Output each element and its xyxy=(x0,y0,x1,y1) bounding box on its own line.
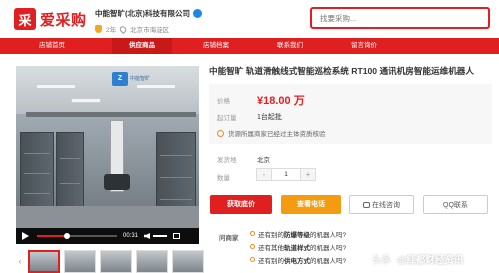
video-watermark-text: 中能智旷 xyxy=(130,76,151,82)
robot-camera-head xyxy=(104,174,130,190)
company-name-link[interactable]: 中能智旷(北京)科技有限公司 xyxy=(95,8,202,19)
moq-label: 起订量 xyxy=(217,115,237,122)
ask-seller-list: 还有别的 防爆等级 的机器人吗? 还有其他 轨道样式 的机器人吗? 还有别的 供电方式 的机… xyxy=(250,227,346,266)
ceiling-light xyxy=(136,84,176,89)
volume-slider[interactable] xyxy=(153,235,168,237)
track-rail xyxy=(26,112,196,117)
shop-nav: 店铺首页 供应商品 店铺档案 联系我们 留言询价 xyxy=(0,38,499,54)
video-watermark-logo: Z xyxy=(112,72,128,86)
thumbnail[interactable] xyxy=(172,250,204,273)
thumbnail[interactable] xyxy=(100,250,132,273)
watermark-account: @红都财经资讯 xyxy=(397,255,464,266)
floor xyxy=(16,206,199,228)
ceiling-light xyxy=(36,84,76,89)
search-input[interactable] xyxy=(312,9,488,27)
question-suffix: 的机器人吗? xyxy=(310,231,347,239)
verified-icon xyxy=(193,9,202,18)
quantity-stepper: - 1 + xyxy=(256,168,316,181)
toutiao-watermark: 头条 @红都财经资讯 xyxy=(372,252,463,266)
question-item[interactable]: 还有别的 供电方式 的机器人吗? xyxy=(250,253,346,266)
nav-shop-profile[interactable]: 店铺档案 xyxy=(186,38,246,54)
location-pin-icon xyxy=(118,24,128,34)
video-controls: 00:31 xyxy=(16,228,199,244)
progress-fill xyxy=(37,235,68,237)
ceiling xyxy=(16,66,199,114)
price-label: 价格 xyxy=(217,98,230,105)
question-prefix: 还有别的 xyxy=(258,231,284,239)
question-highlight: 供电方式 xyxy=(284,257,310,265)
online-chat-button[interactable]: 在线咨询 xyxy=(349,195,414,214)
price-value: ¥18.00 万 xyxy=(257,95,305,107)
notice-text: 货源所属商家已经过主体资质核验 xyxy=(228,131,326,138)
play-icon[interactable] xyxy=(22,232,29,240)
decrease-button[interactable]: - xyxy=(257,169,271,180)
site-logo[interactable]: 采 爱采购 xyxy=(14,8,87,30)
thumbnail[interactable] xyxy=(136,250,168,273)
question-icon xyxy=(250,257,255,262)
origin-value: 北京 xyxy=(257,157,270,164)
fullscreen-icon[interactable] xyxy=(173,233,181,239)
increase-button[interactable]: + xyxy=(301,169,315,180)
volume-icon[interactable] xyxy=(144,233,151,239)
progress-knob[interactable] xyxy=(64,233,71,239)
info-icon xyxy=(217,129,224,137)
nav-products[interactable]: 供应商品 xyxy=(112,38,172,54)
years-badge: 2年 xyxy=(106,27,117,34)
qq-contact-button[interactable]: QQ联系 xyxy=(423,195,488,214)
search-box xyxy=(310,7,490,29)
price-panel: 价格 ¥18.00 万 起订量 1台起批 货源所属商家已经过主体资质核验 xyxy=(209,84,492,144)
chat-icon xyxy=(363,202,370,208)
question-prefix: 还有别的 xyxy=(258,257,284,265)
company-name[interactable]: 中能智旷(北京)科技有限公司 xyxy=(95,8,190,19)
nav-shop-home[interactable]: 店铺首页 xyxy=(22,38,82,54)
company-meta: 2年 北京市海淀区 xyxy=(95,24,202,34)
question-prefix: 还有其他 xyxy=(258,244,284,252)
company-location: 北京市海淀区 xyxy=(130,27,170,34)
question-highlight: 轨道样式 xyxy=(284,244,310,252)
question-item[interactable]: 还有其他 轨道样式 的机器人吗? xyxy=(250,240,346,253)
nav-contact-us[interactable]: 联系我们 xyxy=(260,38,320,54)
logo-text: 爱采购 xyxy=(40,10,87,29)
question-suffix: 的机器人吗? xyxy=(310,257,347,265)
quantity-value[interactable]: 1 xyxy=(271,169,301,180)
video-player[interactable]: Z 中能智旷 00:31 xyxy=(16,66,199,244)
question-icon xyxy=(250,244,255,249)
online-chat-label: 在线咨询 xyxy=(372,202,400,209)
progress-bar[interactable] xyxy=(37,233,117,239)
nav-leave-message[interactable]: 留言询价 xyxy=(334,38,394,54)
moq-value: 1台起批 xyxy=(257,114,282,121)
thumbnail-strip: ‹ xyxy=(16,250,204,273)
ceiling-light xyxy=(71,98,101,103)
origin-label: 发货地 xyxy=(217,157,237,164)
question-item[interactable]: 还有别的 防爆等级 的机器人吗? xyxy=(250,227,346,240)
verification-notice: 货源所属商家已经过主体资质核验 xyxy=(217,128,326,138)
product-title: 中能智旷 轨道滑触线式智能巡检系统 RT100 通讯机房智能运维机器人 xyxy=(209,66,474,76)
watermark-platform: 头条 xyxy=(372,255,392,266)
get-quote-button[interactable]: 获取底价 xyxy=(210,195,272,214)
header: 采 爱采购 中能智旷(北京)科技有限公司 2年 北京市海淀区 xyxy=(0,0,499,38)
ask-seller-label: 问商家 xyxy=(219,235,239,242)
time-display: 00:31 xyxy=(123,233,139,239)
question-suffix: 的机器人吗? xyxy=(310,244,347,252)
chevron-left-icon[interactable]: ‹ xyxy=(16,250,24,273)
thumbnail[interactable] xyxy=(28,250,60,273)
question-highlight: 防爆等级 xyxy=(284,231,310,239)
video-frame: Z 中能智旷 xyxy=(16,66,199,228)
company-info: 中能智旷(北京)科技有限公司 2年 北京市海淀区 xyxy=(95,8,202,34)
shield-icon xyxy=(95,25,102,33)
question-icon xyxy=(250,231,255,236)
thumbnail[interactable] xyxy=(64,250,96,273)
view-phone-button[interactable]: 查看电话 xyxy=(281,195,341,214)
quantity-label: 数量 xyxy=(217,175,230,182)
logo-mark: 采 xyxy=(14,8,36,30)
